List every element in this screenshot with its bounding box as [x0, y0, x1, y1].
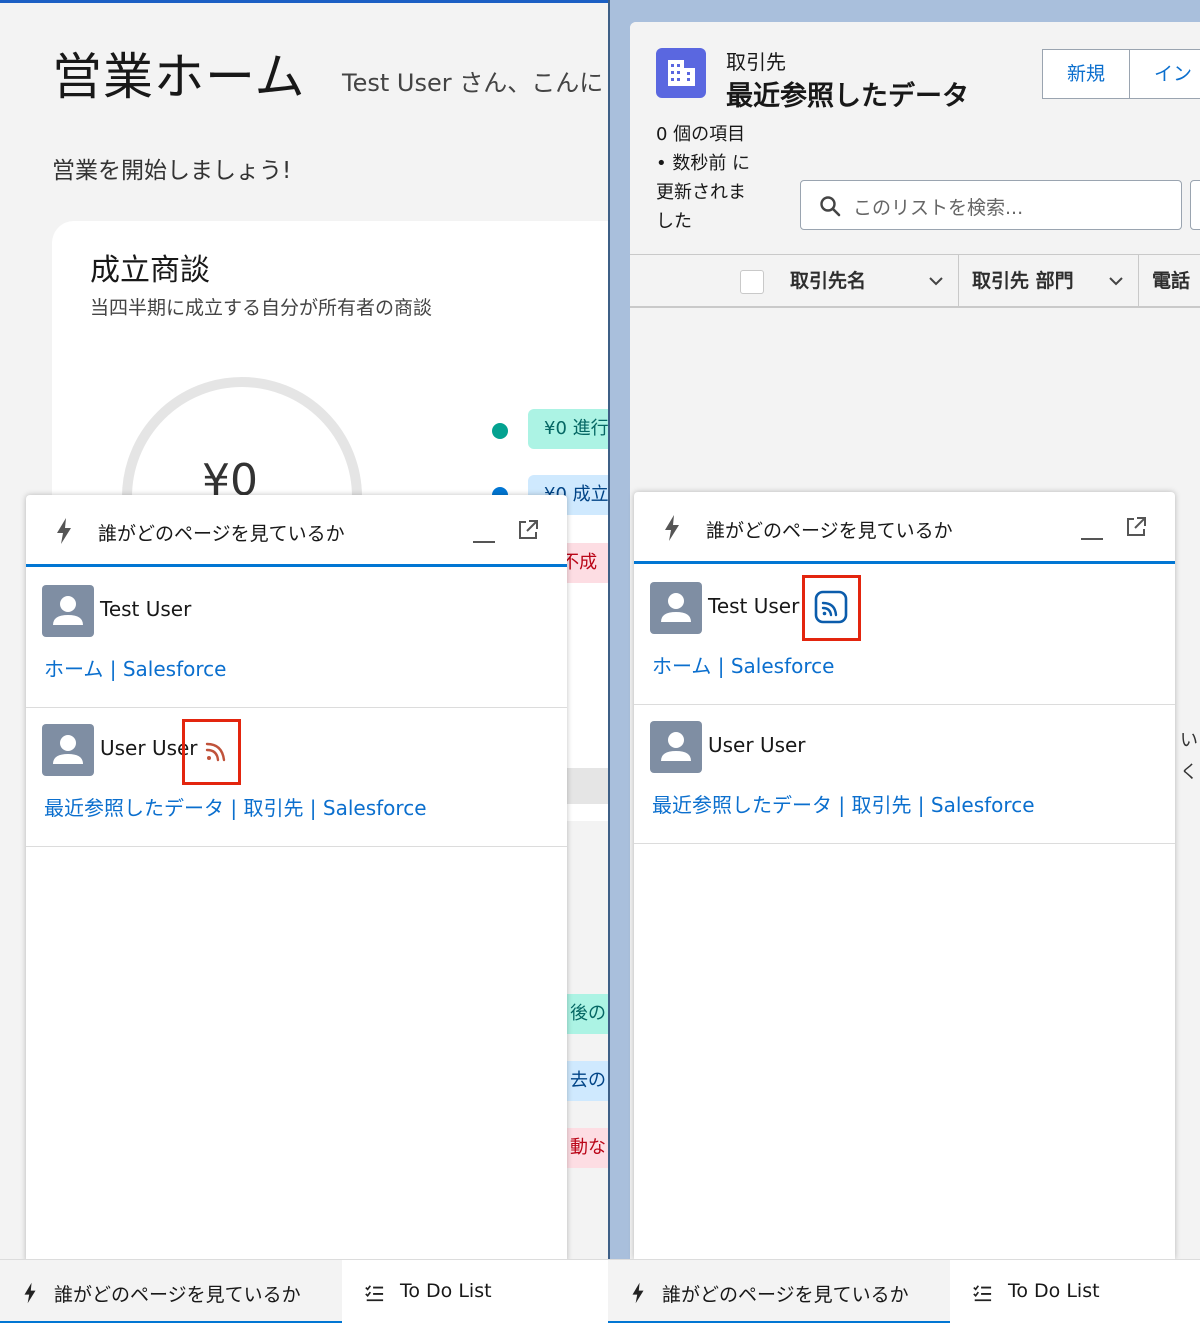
greeting-text: Test User さん、こんに [342, 69, 604, 97]
chevron-down-icon[interactable] [928, 273, 944, 289]
peek-label-3: 動な [566, 1128, 608, 1168]
utility-tab-label: To Do List [400, 1280, 492, 1302]
who-viewing-panel-right: 誰がどのページを見ているか Test User ホーム | Salesforce… [634, 492, 1175, 1259]
column-account-division[interactable]: 取引先 部門 [972, 255, 1074, 307]
avatar [650, 582, 702, 634]
column-divider[interactable] [958, 255, 959, 307]
chevron-down-icon[interactable] [1108, 273, 1124, 289]
lightning-icon [57, 518, 71, 544]
peek-label-2: 去の [566, 1061, 608, 1101]
action-buttons: 新規 イン [1042, 49, 1200, 99]
card-title: 成立商談 [90, 253, 210, 288]
user-icon [661, 732, 691, 761]
lightning-icon [632, 1282, 644, 1304]
minimize-button[interactable] [1081, 516, 1103, 540]
viewer-row: Test User ホーム | Salesforce [634, 566, 1175, 705]
panel-header: 誰がどのページを見ているか [26, 495, 567, 567]
account-object-icon [656, 48, 706, 98]
viewer-row: User User 最近参照したデータ | 取引先 | Salesforce [634, 705, 1175, 844]
user-icon [53, 735, 83, 764]
lightning-icon [665, 515, 679, 541]
panel-header: 誰がどのページを見ているか [634, 492, 1175, 564]
highlight-box [182, 719, 241, 785]
list-search-input[interactable]: このリストを検索... [800, 180, 1182, 230]
new-button[interactable]: 新規 [1042, 49, 1131, 99]
column-divider[interactable] [1138, 255, 1139, 307]
utility-bar-right: 誰がどのページを見ているか To Do List [608, 1259, 1200, 1323]
checklist-icon [973, 1285, 992, 1302]
viewer-name: Test User [100, 597, 192, 621]
viewer-page-link[interactable]: ホーム | Salesforce [652, 650, 834, 679]
import-button[interactable]: イン [1130, 49, 1200, 99]
page-subtitle: 営業を開始しましょう! [52, 158, 292, 184]
search-icon [820, 196, 841, 217]
minimize-button[interactable] [473, 519, 495, 543]
user-icon [53, 596, 83, 625]
object-label: 取引先 [726, 50, 786, 74]
utility-tab-label: To Do List [1008, 1280, 1100, 1302]
left-window: 営業ホーム Test User さん、こんに 営業を開始しましょう! 成立商談 … [0, 0, 608, 1323]
utility-tab-who-viewing[interactable]: 誰がどのページを見ているか [608, 1260, 950, 1323]
page-title: 営業ホーム [52, 48, 306, 106]
legend-dot-open [492, 423, 508, 439]
utility-tab-todo[interactable]: To Do List [342, 1260, 608, 1323]
panel-title: 誰がどのページを見ているか [706, 520, 953, 542]
popout-icon[interactable] [517, 519, 539, 541]
list-view-name[interactable]: 最近参照したデータ [726, 74, 969, 113]
viewer-name: Test User [708, 594, 800, 618]
column-account-name[interactable]: 取引先名 [790, 255, 866, 307]
viewer-row: User User 最近参照したデータ | 取引先 | Salesforce [26, 708, 567, 847]
viewer-page-link[interactable]: 最近参照したデータ | 取引先 | Salesforce [44, 792, 427, 821]
list-meta: 0 個の項目 • 数秒前 に 更新されました [656, 124, 751, 232]
viewer-row: Test User ホーム | Salesforce [26, 569, 567, 708]
checklist-icon [365, 1285, 384, 1302]
table-header: 取引先名 取引先 部門 電話 [630, 254, 1200, 308]
utility-bar-left: 誰がどのページを見ているか To Do List [0, 1259, 608, 1323]
column-phone[interactable]: 電話 [1152, 255, 1190, 307]
peek-gray-strip [566, 768, 608, 804]
utility-tab-todo[interactable]: To Do List [950, 1260, 1200, 1323]
who-viewing-panel-left: 誰がどのページを見ているか Test User ホーム | Salesforce… [26, 495, 567, 1262]
utility-tab-label: 誰がどのページを見ているか [662, 1284, 909, 1306]
avatar [42, 724, 94, 776]
avatar [650, 721, 702, 773]
list-header: 取引先 最近参照したデータ 新規 イン 0 個の項目 • 数秒前 に 更新されま… [630, 22, 1200, 256]
lightning-icon [24, 1282, 36, 1304]
edge-text: いく [1180, 730, 1198, 783]
list-settings-button[interactable] [1190, 180, 1200, 230]
card-description: 当四半期に成立する自分が所有者の商談 [90, 297, 433, 319]
highlight-box [802, 575, 861, 641]
building-icon [668, 60, 695, 86]
viewer-page-link[interactable]: 最近参照したデータ | 取引先 | Salesforce [652, 789, 1035, 818]
viewer-page-link[interactable]: ホーム | Salesforce [44, 653, 226, 682]
panel-title: 誰がどのページを見ているか [98, 523, 345, 545]
search-placeholder: このリストを検索... [853, 197, 1024, 219]
popout-icon[interactable] [1125, 516, 1147, 538]
avatar [42, 585, 94, 637]
utility-tab-label: 誰がどのページを見ているか [54, 1284, 301, 1306]
legend-pill-open[interactable]: ¥0 進行 [528, 409, 608, 449]
select-all-checkbox[interactable] [740, 270, 764, 294]
peek-label-1: 後の [566, 994, 608, 1034]
utility-tab-who-viewing[interactable]: 誰がどのページを見ているか [0, 1260, 342, 1323]
viewer-name: User User [708, 733, 806, 757]
user-icon [661, 593, 691, 622]
